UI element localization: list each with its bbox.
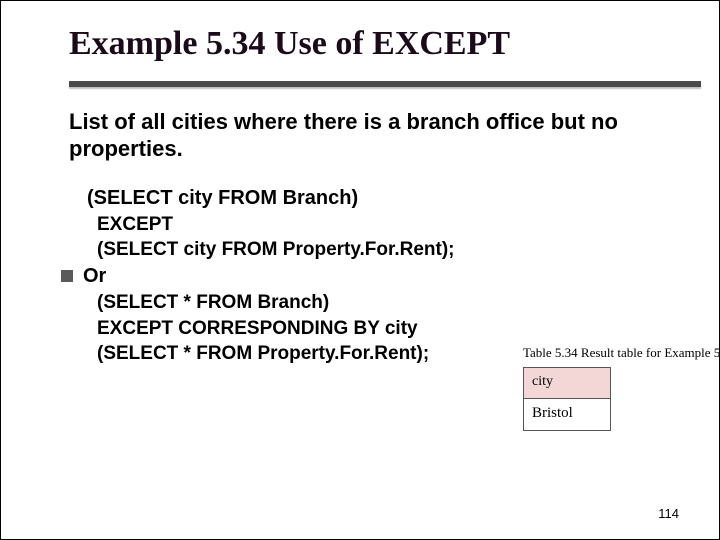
slide-title: Example 5.34 Use of EXCEPT (69, 25, 671, 81)
square-bullet-icon (61, 270, 73, 282)
page-number: 114 (658, 506, 679, 521)
or-bullet: Or (61, 263, 671, 290)
title-underline (69, 81, 701, 87)
or-label: Or (83, 263, 106, 290)
sql-line: EXCEPT (97, 212, 671, 238)
sql-line: EXCEPT CORRESPONDING BY city (97, 316, 671, 342)
content-area: List of all cities where there is a bran… (69, 109, 671, 367)
sql-line: (SELECT city FROM Branch) (87, 185, 671, 212)
result-table: city Bristol (523, 367, 611, 431)
problem-statement: List of all cities where there is a bran… (69, 109, 671, 163)
table-cell: Bristol (524, 399, 611, 431)
table-caption: Table 5.34 Result table for Example 5.34… (523, 345, 681, 361)
title-block: Example 5.34 Use of EXCEPT (69, 25, 671, 87)
sql-line: (SELECT * FROM Branch) (97, 290, 671, 316)
result-figure: Table 5.34 Result table for Example 5.34… (523, 345, 681, 431)
table-header-cell: city (524, 368, 611, 399)
sql-line: (SELECT city FROM Property.For.Rent); (97, 237, 671, 263)
slide: Example 5.34 Use of EXCEPT List of all c… (1, 1, 719, 539)
